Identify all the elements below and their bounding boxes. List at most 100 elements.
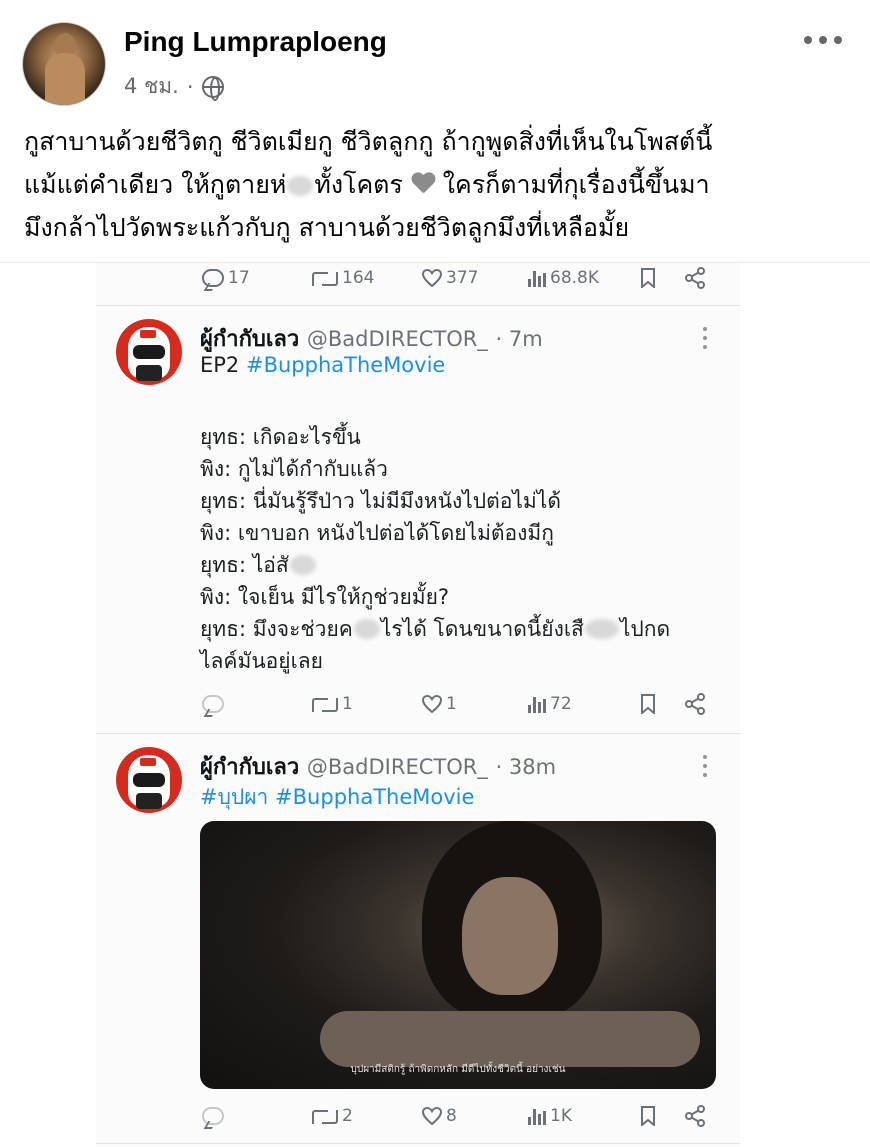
dialogue-text-c: ไปกด	[619, 617, 671, 641]
tweet-separator	[96, 1143, 740, 1144]
share-action[interactable]	[684, 693, 706, 715]
post-line-3: มึงกล้าไปวัดพระแก้วกับกู สาบานด้วยชีวิตล…	[24, 213, 630, 242]
views-count: 1K	[550, 1106, 572, 1126]
bookmark-action[interactable]	[640, 694, 656, 714]
tweet-action-bar: 1 1 72	[96, 689, 740, 719]
views-action[interactable]: 72	[528, 694, 572, 714]
reply-action[interactable]: 17	[202, 268, 250, 288]
tweet-prefix: EP2	[200, 353, 240, 377]
censor-blur	[353, 619, 380, 639]
heart-icon	[422, 1107, 442, 1125]
hashtag-link[interactable]: #บุปผา	[200, 785, 268, 809]
tweet-avatar[interactable]	[116, 319, 182, 385]
post-header: Ping Lumpraploeng 4 ชม. ·	[0, 0, 870, 118]
dialogue-line: ยุทธ: เกิดอะไรขึ้น	[200, 425, 361, 449]
retweet-icon	[312, 270, 338, 286]
dialogue-line: ยุทธ: มึงจะช่วยค ไรได้ โดนขนาดนี้ยังเสื ไป…	[200, 613, 670, 646]
bookmark-icon	[640, 268, 656, 288]
views-count: 72	[550, 694, 572, 714]
dialogue-line: ยุทธ: ไอ่สั	[200, 549, 317, 582]
post-timestamp[interactable]: 4 ชม.	[124, 70, 179, 103]
dialogue-line: ไลค์มันอยู่เลย	[200, 649, 323, 673]
post-text: กูสาบานด้วยชีวิตกู ชีวิตเมียกู ชีวิตลูกก…	[24, 120, 854, 249]
retweet-count: 1	[342, 694, 353, 714]
dialogue-line: พิง: ใจเย็น มีไรให้กูช่วยมั้ย?	[200, 585, 450, 609]
author-avatar[interactable]	[22, 22, 106, 106]
top-action-bar: 17 164 377 68.8K	[96, 263, 740, 293]
views-count: 68.8K	[550, 268, 599, 288]
grey-heart-emoji-icon	[411, 173, 435, 195]
dialogue-line: พิง: เขาบอก หนังไปต่อได้โดยไม่ต้องมีกู	[200, 521, 554, 545]
like-action[interactable]: 1	[422, 694, 457, 714]
retweet-action[interactable]: 164	[312, 268, 374, 288]
tweet-time: · 7m	[495, 327, 543, 351]
like-count: 377	[446, 268, 479, 288]
tweet-separator	[96, 733, 740, 734]
retweet-count: 164	[342, 268, 375, 288]
bookmark-icon	[640, 694, 656, 714]
post-line-2: แม้แต่คำเดียว ให้กูตายห่ ทั้งโคตร ใครก็ตา…	[24, 163, 854, 206]
censor-blur	[584, 619, 619, 639]
post-meta: 4 ชม. ·	[124, 70, 224, 103]
reply-icon	[202, 269, 224, 287]
author-name[interactable]: Ping Lumpraploeng	[124, 26, 387, 58]
tweet-media-image[interactable]: บุปผามีสติกรู้ ถ้าพิดกหลัก มีดีไปทั้งชีว…	[200, 821, 716, 1089]
share-icon	[684, 1105, 706, 1127]
tweet-author-name: ผู้กำกับเลว	[200, 327, 300, 352]
like-count: 8	[446, 1106, 457, 1126]
like-action[interactable]: 8	[422, 1106, 457, 1126]
hashtag-link[interactable]: #BupphaTheMovie	[275, 785, 474, 809]
views-icon	[528, 1107, 546, 1125]
views-icon	[528, 269, 546, 287]
reply-action[interactable]	[202, 695, 228, 713]
tweet-avatar[interactable]	[116, 747, 182, 813]
dialogue-text-b: ไรได้ โดนขนาดนี้ยังเสื	[380, 617, 584, 641]
views-action[interactable]: 1K	[528, 1106, 572, 1126]
heart-icon	[422, 695, 442, 713]
bookmark-icon	[640, 1106, 656, 1126]
post-line-2-part-b: ทั้งโคตร	[314, 170, 403, 199]
views-action[interactable]: 68.8K	[528, 268, 599, 288]
share-icon	[684, 693, 706, 715]
embedded-screenshot[interactable]: 17 164 377 68.8K ผู้กำกับเลว @BadDIRECTO…	[96, 263, 740, 1147]
tweet-separator	[96, 305, 740, 306]
tweet-author[interactable]: ผู้กำกับเลว @BadDIRECTOR_ · 38m	[200, 749, 556, 784]
tweet-menu-icon[interactable]	[702, 327, 708, 349]
like-action[interactable]: 377	[422, 268, 478, 288]
retweet-action[interactable]: 2	[312, 1106, 353, 1126]
share-icon	[684, 267, 706, 289]
dialogue-text: ยุทธ: ไอ่สั	[200, 553, 289, 577]
reply-action[interactable]	[202, 1107, 228, 1125]
like-count: 1	[446, 694, 457, 714]
bookmark-action[interactable]	[640, 1106, 656, 1126]
more-options-icon[interactable]	[804, 30, 842, 50]
reply-count: 17	[228, 268, 250, 288]
tweet-menu-icon[interactable]	[702, 755, 708, 777]
tweet-author[interactable]: ผู้กำกับเลว @BadDIRECTOR_ · 7m	[200, 321, 543, 356]
hashtag-link[interactable]: #BupphaTheMovie	[246, 353, 445, 377]
globe-icon	[201, 75, 224, 101]
tweet-action-bar: 2 8 1K	[96, 1101, 740, 1131]
censor-blur	[287, 176, 314, 196]
movie-subtitle: บุปผามีสติกรู้ ถ้าพิดกหลัก มีดีไปทั้งชีว…	[350, 1064, 566, 1075]
post-line-1: กูสาบานด้วยชีวิตกู ชีวิตเมียกู ชีวิตลูกก…	[24, 127, 713, 156]
tweet-time: · 38m	[495, 755, 557, 779]
dialogue-line: ยุทธ: นี่มันรู้รึป่าว ไม่มีมึงหนังไปต่อไ…	[200, 489, 561, 513]
censor-blur	[289, 555, 316, 575]
dialogue-line: พิง: กูไม่ได้กำกับแล้ว	[200, 457, 388, 481]
tweet-hashtag-line: #บุปผา #BupphaTheMovie	[200, 781, 474, 814]
retweet-count: 2	[342, 1106, 353, 1126]
tweet-handle: @BadDIRECTOR_	[306, 327, 488, 351]
views-icon	[528, 695, 546, 713]
post-line-2-part-a: แม้แต่คำเดียว ให้กูตายห่	[24, 170, 287, 199]
share-action[interactable]	[684, 267, 706, 289]
retweet-icon	[312, 1108, 338, 1124]
retweet-icon	[312, 696, 338, 712]
tweet-author-name: ผู้กำกับเลว	[200, 755, 300, 780]
bookmark-action[interactable]	[640, 268, 656, 288]
tweet-hashtag-line: EP2 #BupphaTheMovie	[200, 353, 445, 377]
retweet-action[interactable]: 1	[312, 694, 353, 714]
reply-icon	[202, 1107, 224, 1125]
share-action[interactable]	[684, 1105, 706, 1127]
post-line-2-part-c: ใครก็ตามที่กุเรื่องนี้ขึ้นมา	[442, 170, 710, 199]
